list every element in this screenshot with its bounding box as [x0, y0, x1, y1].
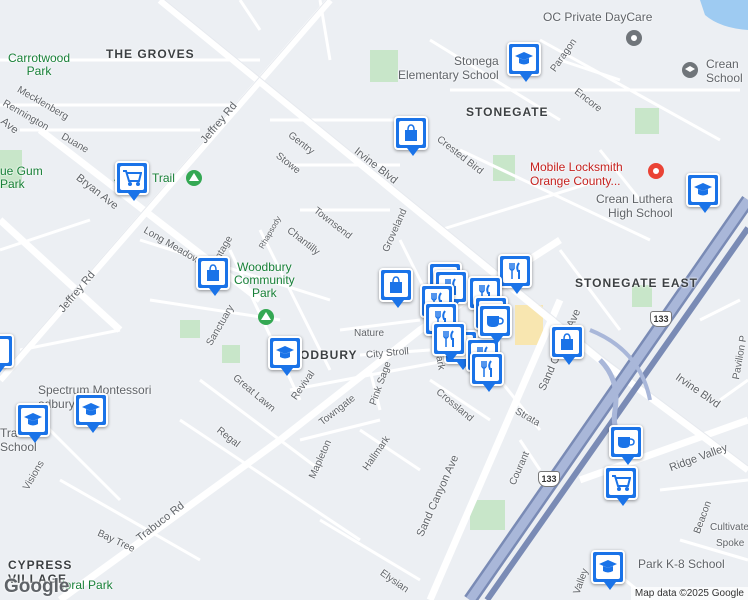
poi-crean-lutheran[interactable]: Crean Luthera High School	[596, 192, 673, 220]
shopping-bag-icon	[561, 333, 573, 350]
park-area	[180, 320, 200, 338]
road-nature: Nature	[354, 328, 385, 339]
school-pin[interactable]	[507, 42, 541, 82]
shopping-bag-icon	[390, 276, 402, 293]
area-stonegate: STONEGATE	[466, 105, 549, 119]
road-spoke: Spoke	[716, 538, 745, 549]
park-area	[370, 50, 398, 82]
school-pin[interactable]	[591, 550, 625, 590]
grocery-pin[interactable]	[604, 466, 638, 506]
shopping-pin[interactable]	[550, 325, 584, 365]
place-marker-icon[interactable]	[626, 30, 642, 46]
park-marker-icon[interactable]	[186, 170, 202, 186]
cafe-pin[interactable]	[478, 304, 512, 344]
fork-knife-icon	[481, 360, 492, 377]
shopping-pin[interactable]	[196, 256, 230, 296]
school-cap-icon	[599, 560, 617, 573]
road-cultivate: Cultivate	[710, 522, 748, 533]
area-stonegate-east: STONEGATE EAST	[575, 276, 698, 290]
school-pin[interactable]	[16, 403, 50, 443]
shopping-pin[interactable]	[394, 116, 428, 156]
school-pin[interactable]	[268, 336, 302, 376]
map-base	[0, 0, 748, 600]
poi-stonegate-elementary[interactable]: Stonega Elementary School	[398, 54, 499, 82]
poi-crean-school[interactable]: Crean School	[706, 57, 743, 85]
shopping-cart-icon	[123, 170, 142, 186]
school-marker-icon[interactable]	[682, 62, 698, 78]
fork-knife-icon	[443, 330, 454, 347]
shopping-bag-icon	[207, 264, 219, 281]
restaurant-pin[interactable]	[432, 322, 466, 362]
school-cap-icon	[276, 346, 294, 359]
poi-jeffrey-trail[interactable]: Trail	[152, 171, 175, 185]
poi-blue-gum-park[interactable]: ue Gum Park	[0, 165, 43, 191]
school-pin[interactable]	[74, 393, 108, 433]
school-cap-icon	[694, 183, 712, 196]
water	[700, 0, 748, 30]
poi-woodbury-community-park[interactable]: Woodbury Community Park	[234, 261, 295, 300]
park-area	[222, 345, 240, 363]
grocery-pin[interactable]	[115, 161, 149, 201]
cafe-pin[interactable]	[609, 425, 643, 465]
map-canvas[interactable]: THE GROVES STONEGATE STONEGATE EAST ODBU…	[0, 0, 748, 600]
restaurant-pin[interactable]	[498, 254, 532, 294]
poi-park-k8-school[interactable]: Park K-8 School	[638, 557, 725, 571]
park-area	[470, 500, 505, 530]
restaurant-pin[interactable]	[470, 352, 504, 392]
area-woodbury: ODBURY	[300, 348, 358, 362]
fork-knife-icon	[509, 262, 520, 279]
poi-carrotwood-park[interactable]: Carrotwood Park	[8, 52, 70, 78]
park-area	[635, 108, 659, 134]
partial-pin[interactable]	[0, 334, 14, 374]
shopping-cart-icon	[612, 475, 631, 491]
shopping-bag-icon	[405, 124, 417, 141]
coffee-cup-icon	[618, 437, 635, 448]
school-pin[interactable]	[686, 173, 720, 213]
highway-shield-icon: 133	[538, 471, 560, 487]
map-attribution[interactable]: Map data ©2025 Google	[630, 587, 748, 600]
school-cap-icon	[82, 403, 100, 416]
google-logo: Google	[4, 576, 70, 597]
place-marker-icon[interactable]	[648, 163, 664, 179]
shopping-pin[interactable]	[379, 268, 413, 308]
coffee-cup-icon	[487, 316, 504, 327]
poi-floral-park[interactable]: loral Park	[62, 578, 113, 592]
highway-shield-icon: 133	[650, 311, 672, 327]
school-cap-icon	[515, 52, 533, 65]
school-cap-icon	[24, 413, 42, 426]
area-the-groves: THE GROVES	[106, 47, 195, 61]
park-marker-icon[interactable]	[258, 309, 274, 325]
poi-mobile-locksmith[interactable]: Mobile Locksmith Orange County...	[530, 160, 623, 188]
poi-oc-private-daycare[interactable]: OC Private DayCare	[543, 10, 652, 24]
